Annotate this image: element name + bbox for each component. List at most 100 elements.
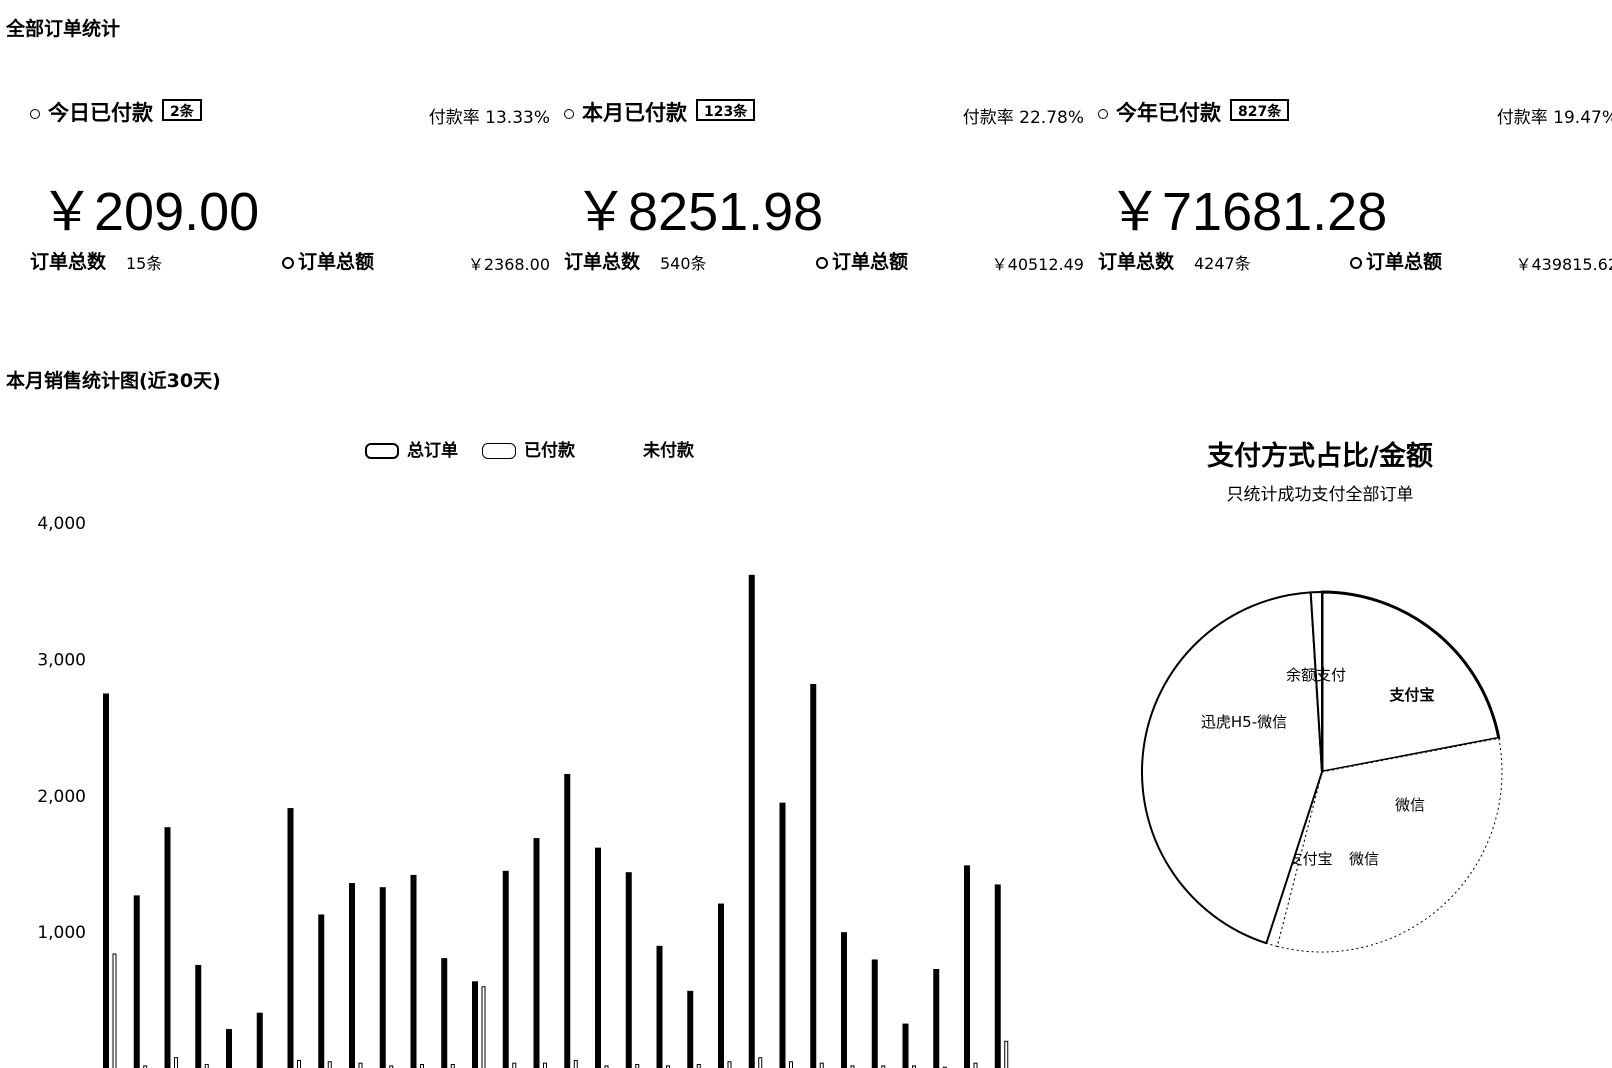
bar-total-order[interactable] xyxy=(318,914,325,1068)
card-heading: 本月已付款 xyxy=(582,101,687,125)
legend-label: 已付款 xyxy=(524,441,575,461)
order-count-value: 540条 xyxy=(660,254,707,273)
bar-total-order[interactable] xyxy=(779,802,786,1068)
bar-total-order[interactable] xyxy=(164,827,171,1068)
order-total-label: 订单总额 xyxy=(298,251,375,273)
bar-paid-order[interactable] xyxy=(420,1064,424,1068)
bar-total-order[interactable] xyxy=(687,990,694,1068)
pie-slice-label: 微信 xyxy=(1395,796,1425,814)
pie-subtitle: 只统计成功支付全部订单 xyxy=(1226,485,1414,505)
bar-paid-order[interactable] xyxy=(819,1062,824,1068)
legend-label: 总订单 xyxy=(407,441,458,461)
bar-total-order[interactable] xyxy=(195,964,202,1068)
bullet-icon xyxy=(282,257,294,269)
bar-total-order[interactable] xyxy=(472,981,478,1068)
bar-total-order[interactable] xyxy=(656,945,663,1068)
stat-card-year: 今年已付款 827条 付款率 19.47% ￥71681.28 订单总数 424… xyxy=(1098,95,1612,285)
bar-paid-order[interactable] xyxy=(727,1061,732,1068)
bullet-icon xyxy=(1098,109,1108,119)
bar-total-order[interactable] xyxy=(933,969,940,1068)
bar-total-order[interactable] xyxy=(964,865,970,1068)
bar-total-order[interactable] xyxy=(502,870,509,1068)
page-title: 全部订单统计 xyxy=(6,18,121,40)
bullet-icon xyxy=(30,109,40,119)
bar-total-order[interactable] xyxy=(256,1012,263,1068)
stat-card-month: 本月已付款 123条 付款率 22.78% ￥8251.98 订单总数 540条… xyxy=(564,95,1094,285)
pie-title: 支付方式占比/金额 xyxy=(1207,441,1433,472)
count-badge: 123条 xyxy=(696,99,756,121)
order-total-value: ￥40512.49 xyxy=(991,255,1084,274)
card-heading: 今日已付款 xyxy=(48,101,153,125)
legend-swatch xyxy=(365,443,399,459)
bar-total-order[interactable] xyxy=(226,1029,232,1068)
order-total-label: 订单总额 xyxy=(1366,251,1443,273)
order-count-label: 订单总数 xyxy=(564,251,641,273)
bar-chart: 4,000 3,000 2,000 1,000 xyxy=(37,514,1009,1068)
stat-card-today: 今日已付款 2条 付款率 13.33% ￥209.00 订单总数 15条 订单总… xyxy=(30,95,560,285)
order-count-value: 4247条 xyxy=(1194,254,1251,273)
legend-label: 未付款 xyxy=(643,441,694,461)
bar-paid-order[interactable] xyxy=(112,953,117,1068)
count-badge: 827条 xyxy=(1230,99,1290,121)
bar-total-order[interactable] xyxy=(841,932,847,1068)
bar-paid-order[interactable] xyxy=(543,1062,547,1068)
bar-paid-order[interactable] xyxy=(789,1061,793,1068)
bar-paid-order[interactable] xyxy=(1004,1040,1009,1068)
legend-item-unpaid[interactable]: 未付款 xyxy=(643,436,694,461)
legend-item-paid[interactable]: 已付款 xyxy=(482,436,575,461)
paid-amount: ￥71681.28 xyxy=(1108,182,1388,242)
bar-total-order[interactable] xyxy=(349,883,355,1068)
paid-amount: ￥209.00 xyxy=(40,182,260,242)
bar-paid-order[interactable] xyxy=(512,1062,517,1068)
bar-paid-order[interactable] xyxy=(204,1064,209,1068)
bar-paid-order[interactable] xyxy=(481,986,486,1068)
bar-total-order[interactable] xyxy=(871,959,878,1068)
bar-paid-order[interactable] xyxy=(573,1059,578,1068)
order-total-value: ￥439815.62 xyxy=(1515,255,1612,274)
bullet-icon xyxy=(1350,257,1362,269)
bar-paid-order[interactable] xyxy=(696,1064,701,1068)
order-total-value: ￥2368.00 xyxy=(467,255,550,274)
bullet-icon xyxy=(816,257,828,269)
bar-total-order[interactable] xyxy=(410,874,417,1068)
order-total-label: 订单总额 xyxy=(832,251,909,273)
bar-paid-order[interactable] xyxy=(358,1062,363,1068)
bar-total-order[interactable] xyxy=(625,872,632,1068)
bar-total-order[interactable] xyxy=(595,847,601,1068)
y-tick-label: 4,000 xyxy=(37,514,86,534)
pie-slice-label: 支付宝 xyxy=(1388,686,1434,704)
bar-total-order[interactable] xyxy=(718,903,724,1068)
bar-total-order[interactable] xyxy=(441,958,448,1068)
bar-paid-order[interactable] xyxy=(450,1064,455,1068)
bar-total-order[interactable] xyxy=(533,838,540,1068)
legend-swatch xyxy=(482,443,516,459)
chart-section-title: 本月销售统计图(近30天) xyxy=(6,370,221,392)
bar-paid-order[interactable] xyxy=(327,1061,332,1068)
bar-total-order[interactable] xyxy=(103,693,109,1068)
bar-total-order[interactable] xyxy=(810,683,817,1068)
bar-total-order[interactable] xyxy=(748,574,755,1068)
y-tick-label: 1,000 xyxy=(37,923,86,943)
bar-total-order[interactable] xyxy=(133,895,140,1068)
bar-paid-order[interactable] xyxy=(758,1057,763,1068)
bar-total-order[interactable] xyxy=(287,808,294,1068)
paid-amount: ￥8251.98 xyxy=(574,182,824,242)
card-heading: 今年已付款 xyxy=(1116,101,1221,125)
payment-rate: 付款率 22.78% xyxy=(962,108,1084,128)
bar-total-order[interactable] xyxy=(902,1023,909,1068)
bar-total-order[interactable] xyxy=(994,884,1001,1068)
bullet-icon xyxy=(564,109,574,119)
bar-paid-order[interactable] xyxy=(174,1057,178,1068)
bar-paid-order[interactable] xyxy=(297,1059,301,1068)
bar-total-order[interactable] xyxy=(564,773,571,1068)
bar-paid-order[interactable] xyxy=(973,1062,978,1068)
order-count-label: 订单总数 xyxy=(1098,251,1175,273)
y-tick-label: 2,000 xyxy=(37,787,86,807)
bar-total-order[interactable] xyxy=(379,887,386,1068)
payment-rate: 付款率 19.47% xyxy=(1496,108,1612,128)
pie-slice-label: 迅虎H5-微信 xyxy=(1201,713,1287,731)
order-count-value: 15条 xyxy=(126,254,163,273)
legend-item-total[interactable]: 总订单 xyxy=(365,436,458,461)
y-tick-label: 3,000 xyxy=(37,650,86,670)
bar-paid-order[interactable] xyxy=(635,1064,640,1068)
